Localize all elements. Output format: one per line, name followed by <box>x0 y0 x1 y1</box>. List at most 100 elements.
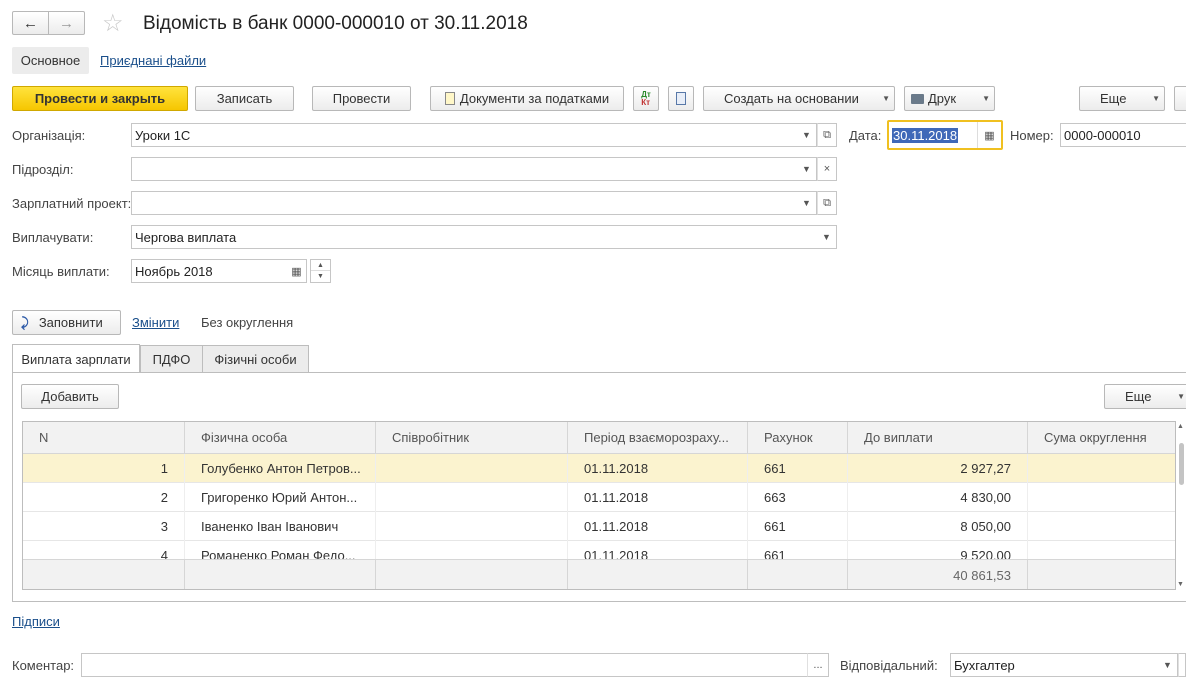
cell-amount: 2 927,27 <box>848 454 1028 483</box>
comment-expand-button[interactable]: ... <box>807 653 829 677</box>
payment-month-field[interactable]: Ноябрь 2018 <box>131 259 288 283</box>
footer-cell <box>748 560 848 589</box>
comment-field[interactable] <box>81 653 808 677</box>
cell-person: Голубенко Антон Петров... <box>185 454 376 483</box>
cell-employee <box>376 512 568 541</box>
chevron-down-icon: ▼ <box>822 232 831 242</box>
cell-rounding <box>1028 483 1175 512</box>
table-row[interactable]: 2 Григоренко Юрий Антон... 01.11.2018 66… <box>23 483 1175 512</box>
save-button[interactable]: Записать <box>195 86 294 111</box>
more-label: Еще <box>1100 91 1127 106</box>
table-footer: 40 861,53 <box>23 559 1175 589</box>
column-header-amount[interactable]: До виплати <box>848 422 1028 454</box>
more-button[interactable]: Еще ▼ <box>1079 86 1165 111</box>
total-amount: 40 861,53 <box>848 560 1028 589</box>
column-header-n[interactable]: N <box>23 422 185 454</box>
chevron-down-icon: ▼ <box>1163 660 1172 670</box>
organization-open-button[interactable]: ⧉ <box>817 123 837 147</box>
salary-project-dropdown-button[interactable]: ▼ <box>797 191 817 215</box>
responsible-open-button[interactable] <box>1178 653 1186 677</box>
date-field-wrapper: 30.11.2018 ▦ <box>887 120 1003 150</box>
department-clear-button[interactable]: × <box>817 157 837 181</box>
dt-kt-icon: Дт Кт <box>641 89 651 107</box>
salary-project-field[interactable] <box>131 191 798 215</box>
column-header-account[interactable]: Рахунок <box>748 422 848 454</box>
cell-person: Григоренко Юрий Антон... <box>185 483 376 512</box>
ellipsis-icon: ... <box>813 659 823 671</box>
dt-kt-button[interactable]: Дт Кт <box>633 86 659 111</box>
salary-project-open-button[interactable]: ⧉ <box>817 191 837 215</box>
cell-person: Іваненко Іван Іванович <box>185 512 376 541</box>
signatures-link[interactable]: Підписи <box>12 614 60 629</box>
table-more-label: Еще <box>1125 389 1152 404</box>
help-button[interactable] <box>1174 86 1186 111</box>
fill-button[interactable]: ⤸ Заповнити <box>12 310 121 335</box>
scroll-down-icon[interactable]: ▼ <box>1177 581 1184 588</box>
table-row[interactable]: 3 Іваненко Іван Іванович 01.11.2018 661 … <box>23 512 1175 541</box>
column-header-period[interactable]: Період взаєморозраху... <box>568 422 748 454</box>
calendar-icon[interactable]: ▦ <box>977 122 1001 148</box>
section-attached-files[interactable]: Приєднані файли <box>100 53 206 68</box>
tax-documents-label: Документи за податками <box>459 91 610 106</box>
cell-account: 663 <box>748 483 848 512</box>
create-based-on-button[interactable]: Создать на основании ▼ <box>703 86 895 111</box>
table-scrollbar[interactable]: ▲ ▼ <box>1176 421 1186 590</box>
report-button[interactable] <box>668 86 694 111</box>
rounding-label: Без округлення <box>201 315 294 330</box>
number-field[interactable]: 0000-000010 <box>1060 123 1186 147</box>
create-based-on-label: Создать на основании <box>724 91 859 106</box>
department-dropdown-button[interactable]: ▼ <box>797 157 817 181</box>
chevron-down-icon: ▼ <box>802 198 811 208</box>
chevron-down-icon: ▼ <box>1152 94 1160 103</box>
tab-individuals[interactable]: Фізичні особи <box>202 345 309 373</box>
number-label: Номер: <box>1010 128 1054 143</box>
print-button[interactable]: Друк ▼ <box>904 86 995 111</box>
back-button[interactable]: ← <box>12 11 49 35</box>
cell-n: 3 <box>23 512 185 541</box>
pay-type-dropdown-button[interactable]: ▼ <box>817 225 837 249</box>
column-header-person[interactable]: Фізична особа <box>185 422 376 454</box>
cell-employee <box>376 454 568 483</box>
chevron-down-icon: ▼ <box>802 130 811 140</box>
spin-down-icon[interactable]: ▼ <box>311 271 330 282</box>
cell-period: 01.11.2018 <box>568 483 748 512</box>
column-header-employee[interactable]: Співробітник <box>376 422 568 454</box>
pay-type-label: Виплачувати: <box>12 230 94 245</box>
responsible-label: Відповідальний: <box>840 658 938 673</box>
scroll-up-icon[interactable]: ▲ <box>1177 423 1184 430</box>
pay-type-field[interactable]: Чергова виплата <box>131 225 818 249</box>
organization-label: Організація: <box>12 128 86 143</box>
section-main[interactable]: Основное <box>12 47 89 74</box>
post-and-close-button[interactable]: Провести и закрыть <box>12 86 188 111</box>
favorite-star-icon[interactable]: ☆ <box>102 9 124 38</box>
column-header-rounding[interactable]: Сума округлення <box>1028 422 1175 454</box>
payment-month-calendar-button[interactable]: ▦ <box>287 259 307 283</box>
post-button[interactable]: Провести <box>312 86 411 111</box>
forward-button[interactable]: → <box>48 11 85 35</box>
add-button[interactable]: Добавить <box>21 384 119 409</box>
spin-up-icon[interactable]: ▲ <box>311 260 330 271</box>
footer-cell <box>1028 560 1175 589</box>
date-field[interactable]: 30.11.2018 <box>892 126 959 144</box>
department-field[interactable] <box>131 157 798 181</box>
tab-salary-payment[interactable]: Виплата зарплати <box>12 344 140 373</box>
organization-dropdown-button[interactable]: ▼ <box>797 123 817 147</box>
cell-rounding <box>1028 454 1175 483</box>
responsible-field[interactable]: Бухгалтер <box>950 653 1159 677</box>
document-icon <box>444 92 455 105</box>
change-link[interactable]: Змінити <box>132 315 179 330</box>
tax-documents-button[interactable]: Документи за податками <box>430 86 624 111</box>
tab-pdfo[interactable]: ПДФО <box>140 345 203 373</box>
scroll-thumb[interactable] <box>1179 443 1184 485</box>
open-window-icon: ⧉ <box>823 196 831 209</box>
cell-employee <box>376 483 568 512</box>
organization-field[interactable]: Уроки 1С <box>131 123 798 147</box>
table-row[interactable]: 1 Голубенко Антон Петров... 01.11.2018 6… <box>23 454 1175 483</box>
cell-amount: 8 050,00 <box>848 512 1028 541</box>
footer-cell <box>23 560 185 589</box>
cell-n: 1 <box>23 454 185 483</box>
responsible-dropdown-button[interactable]: ▼ <box>1158 653 1178 677</box>
clear-icon: × <box>823 163 831 175</box>
payment-month-spinner[interactable]: ▲ ▼ <box>310 259 331 283</box>
table-more-button[interactable]: Еще ▼ <box>1104 384 1186 409</box>
